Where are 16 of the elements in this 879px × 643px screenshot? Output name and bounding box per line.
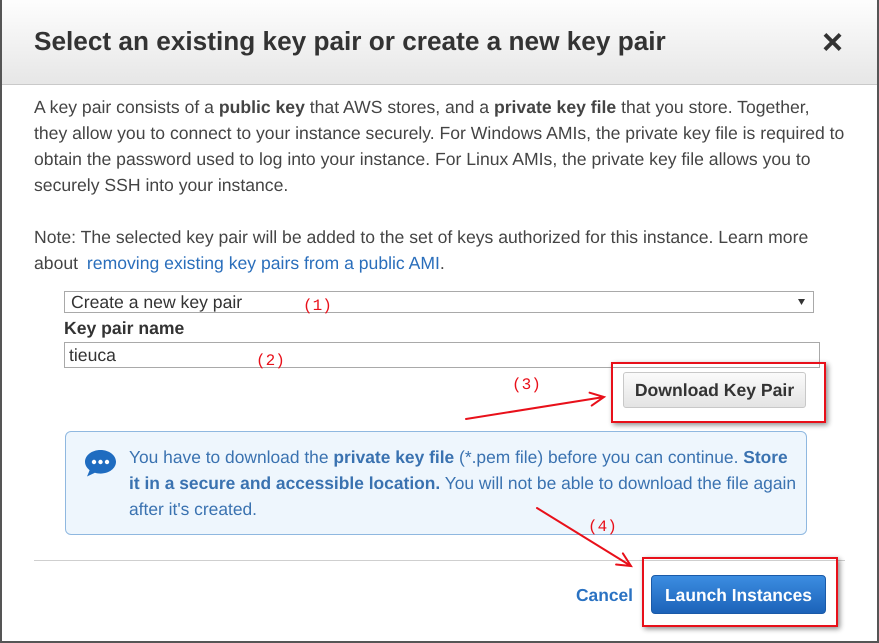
annotation-label: (4) — [588, 518, 617, 536]
dialog-title: Select an existing key pair or create a new key pair — [34, 26, 666, 58]
speech-bubble-icon — [84, 449, 117, 477]
note-paragraph: Note: The selected key pair will be added to the set of keys authorized for this instance. Learn more about removing existing key pairs from a public AMI. — [34, 226, 810, 275]
download-key-pair-button[interactable]: Download Key Pair — [623, 372, 806, 408]
cancel-link[interactable]: Cancel — [576, 582, 633, 608]
info-message: You have to download the private key file (*.pem file) before you can continue. Store it in a secure and accessible location. You will not be able to download the file again after it's created. — [129, 446, 798, 519]
intro-paragraph: A key pair consists of a public key that AWS stores, and a private key file that you store. Together, they allow you to connect to your instance securely. For Windows AMIs, the private key file is required to obtain the password used to log into your instance. For Linux AMIs, the private key file allows you to securely SSH into your instance. — [34, 96, 845, 197]
launch-instances-button[interactable]: Launch Instances — [651, 575, 826, 614]
annotation-label: (3) — [512, 376, 541, 394]
caret-icon — [798, 299, 805, 305]
close-button[interactable]: × — [822, 24, 843, 60]
learn-more-link[interactable]: removing existing key pairs from a public AMI — [86, 253, 440, 273]
key-pair-name-label: Key pair name — [64, 317, 184, 339]
annotation-label: (2) — [256, 352, 285, 370]
annotation-label: (1) — [303, 297, 332, 315]
